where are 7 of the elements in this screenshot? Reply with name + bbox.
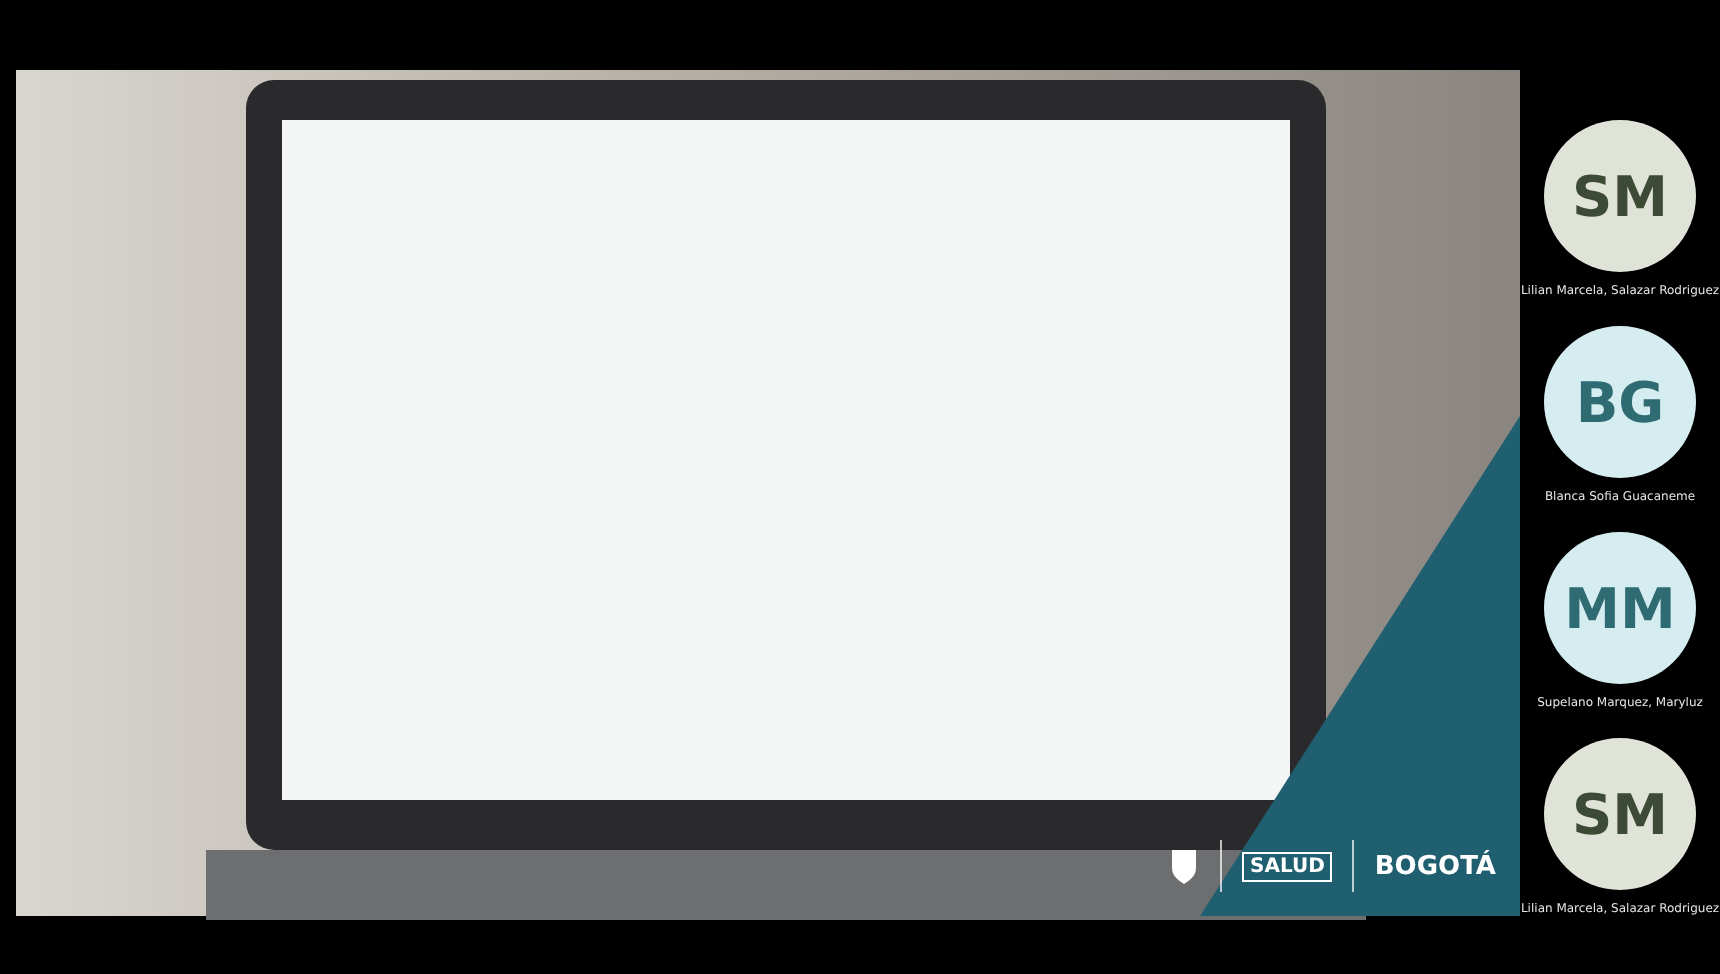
avatar: BG [1544,326,1696,478]
avatar: SM [1544,738,1696,890]
crest-icon [1168,846,1200,886]
health-logo: SALUD [1242,851,1333,881]
avatar: MM [1544,532,1696,684]
avatar: SM [1544,120,1696,272]
city-logo: BOGOTÁ [1374,851,1496,881]
